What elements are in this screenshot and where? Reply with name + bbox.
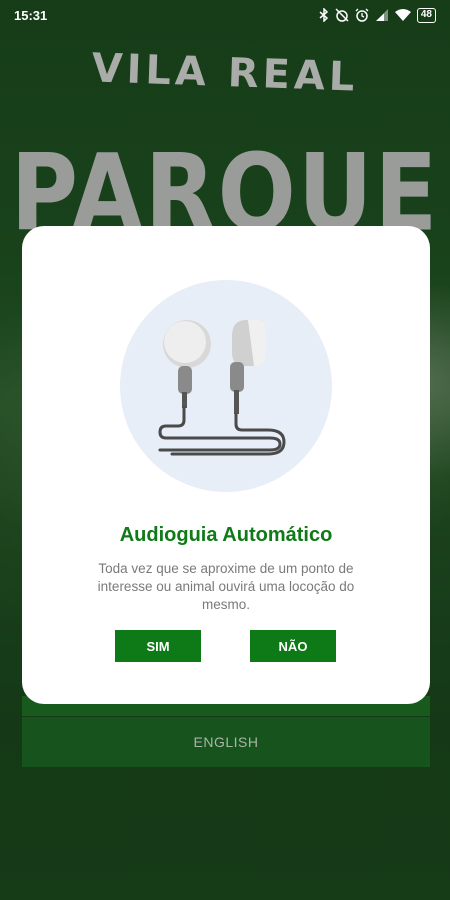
status-time: 15:31: [14, 7, 48, 23]
alarm-off-icon: [335, 8, 349, 22]
no-button[interactable]: NÃO: [250, 630, 336, 662]
alarm-icon: [355, 8, 369, 22]
status-bar: 15:31 48: [0, 0, 450, 30]
english-button[interactable]: ENGLISH: [22, 717, 430, 767]
earphones-icon: [158, 320, 286, 456]
battery-level: 48: [420, 9, 432, 20]
bluetooth-icon: [319, 8, 328, 22]
yes-button[interactable]: SIM: [115, 630, 201, 662]
battery-icon: 48: [416, 7, 436, 23]
dialog-message: Toda vez que se aproxime de um ponto de …: [97, 561, 355, 612]
status-icons: 48: [319, 7, 436, 23]
signal-icon: [375, 9, 388, 21]
illustration-circle: [120, 280, 332, 492]
audioguide-dialog: Audioguia Automático Toda vez que se apr…: [22, 226, 430, 704]
dialog-title: Audioguia Automático: [119, 524, 333, 546]
wifi-icon: [394, 9, 411, 21]
